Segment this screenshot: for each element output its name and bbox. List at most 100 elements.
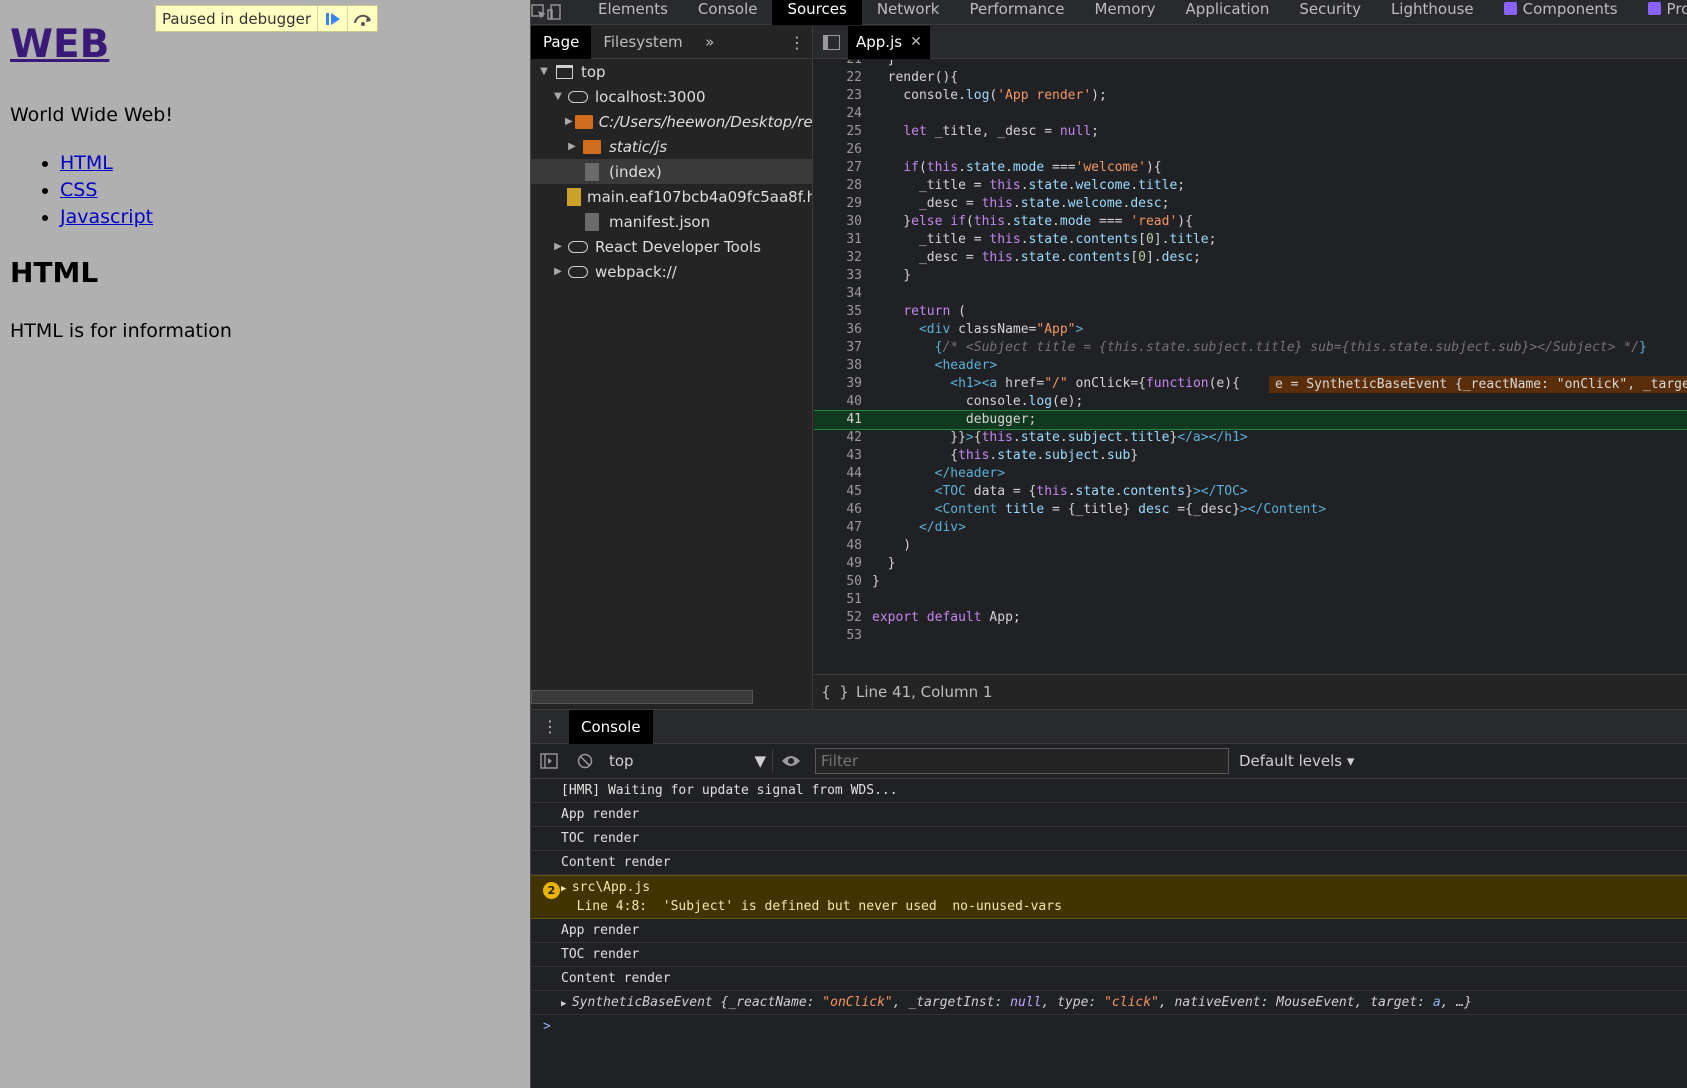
code-line[interactable]: 49 }: [814, 555, 1687, 573]
more-tabs-icon[interactable]: »: [695, 33, 725, 51]
line-number[interactable]: 21: [814, 60, 862, 69]
code-line[interactable]: 45 <TOC data = {this.state.contents}></T…: [814, 483, 1687, 501]
tab-components[interactable]: Components: [1489, 0, 1633, 25]
code-line[interactable]: 28 _title = this.state.welcome.title;: [814, 177, 1687, 195]
tree-item[interactable]: main.eaf107bcb4a09fc5aa8f.hot-update.js: [531, 184, 812, 209]
line-number[interactable]: 30: [814, 213, 862, 231]
line-number[interactable]: 45: [814, 483, 862, 501]
tab-profiler[interactable]: Profiler: [1633, 0, 1687, 25]
code-line[interactable]: 47 </div>: [814, 519, 1687, 537]
line-number[interactable]: 24: [814, 105, 862, 123]
code-line[interactable]: 37 {/* <Subject title = {this.state.subj…: [814, 339, 1687, 357]
line-number[interactable]: 29: [814, 195, 862, 213]
code-line[interactable]: 40 console.log(e);: [814, 393, 1687, 411]
code-line[interactable]: 43 {this.state.subject.sub}: [814, 447, 1687, 465]
toggle-navigator-button[interactable]: [814, 26, 848, 59]
code-line[interactable]: 22 render(){: [814, 69, 1687, 87]
line-number[interactable]: 50: [814, 573, 862, 591]
line-number[interactable]: 32: [814, 249, 862, 267]
navigator-tab-filesystem[interactable]: Filesystem: [591, 26, 694, 59]
code-line[interactable]: 26: [814, 141, 1687, 159]
code-line[interactable]: 51: [814, 591, 1687, 609]
tab-application[interactable]: Application: [1171, 0, 1285, 25]
line-number[interactable]: 52: [814, 609, 862, 627]
line-number[interactable]: 34: [814, 285, 862, 303]
tab-sources[interactable]: Sources: [772, 0, 862, 25]
line-number[interactable]: 28: [814, 177, 862, 195]
line-number[interactable]: 49: [814, 555, 862, 573]
toc-link-css[interactable]: CSS: [60, 179, 97, 201]
toc-link-javascript[interactable]: Javascript: [60, 206, 153, 228]
live-expression-button[interactable]: [773, 744, 809, 779]
tab-console[interactable]: Console: [683, 0, 773, 25]
line-number[interactable]: 38: [814, 357, 862, 375]
page-title-link[interactable]: WEB: [10, 22, 109, 67]
navigator-menu-icon[interactable]: ⋮: [782, 33, 812, 52]
line-number[interactable]: 44: [814, 465, 862, 483]
close-icon[interactable]: ✕: [910, 26, 922, 59]
tree-item[interactable]: ▶ React Developer Tools: [531, 234, 812, 259]
triangle-right-icon[interactable]: ▶: [565, 116, 573, 127]
line-number[interactable]: 48: [814, 537, 862, 555]
line-number[interactable]: 43: [814, 447, 862, 465]
tab-network[interactable]: Network: [862, 0, 955, 25]
console-warning[interactable]: 2 ▶ src\App.js Line 4:8: 'Subject' is def…: [531, 875, 1687, 919]
pretty-print-icon[interactable]: { }: [814, 683, 856, 701]
triangle-right-icon[interactable]: ▶: [561, 999, 572, 1009]
code-line[interactable]: 52 export default App;: [814, 609, 1687, 627]
navigator-tab-page[interactable]: Page: [531, 25, 592, 59]
line-number[interactable]: 36: [814, 321, 862, 339]
tab-elements[interactable]: Elements: [583, 0, 683, 25]
triangle-right-icon[interactable]: ▶: [551, 241, 565, 252]
triangle-down-icon[interactable]: ▼: [551, 91, 565, 102]
warning-source[interactable]: ▶ src\App.js: [561, 879, 1687, 898]
code-line[interactable]: 38 <header>: [814, 357, 1687, 375]
code-line[interactable]: 24: [814, 105, 1687, 123]
tab-lighthouse[interactable]: Lighthouse: [1376, 0, 1489, 25]
line-number[interactable]: 23: [814, 87, 862, 105]
tab-performance[interactable]: Performance: [954, 0, 1079, 25]
code-view[interactable]: 21 }22 render(){23 console.log('App rend…: [814, 60, 1687, 674]
show-sidebar-button[interactable]: [531, 744, 567, 779]
drawer-menu-icon[interactable]: ⋮: [531, 717, 569, 736]
resume-button[interactable]: [317, 6, 347, 31]
code-line[interactable]: 27 if(this.state.mode ==='welcome'){: [814, 159, 1687, 177]
line-number[interactable]: 40: [814, 393, 862, 411]
tree-item[interactable]: (index): [531, 159, 812, 184]
triangle-right-icon[interactable]: ▶: [565, 141, 579, 152]
code-line[interactable]: 34: [814, 285, 1687, 303]
code-line[interactable]: 36 <div className="App">: [814, 321, 1687, 339]
tree-item[interactable]: ▶ C:/Users/heewon/Desktop/react-app: [531, 109, 812, 134]
current-execution-line[interactable]: 41 debugger;: [814, 410, 1687, 430]
line-number[interactable]: 22: [814, 69, 862, 87]
line-number[interactable]: 25: [814, 123, 862, 141]
tab-memory[interactable]: Memory: [1080, 0, 1171, 25]
code-line[interactable]: 31 _title = this.state.contents[0].title…: [814, 231, 1687, 249]
tree-item[interactable]: manifest.json: [531, 209, 812, 234]
navigator-horizontal-scrollbar[interactable]: [531, 690, 753, 704]
line-number[interactable]: 46: [814, 501, 862, 519]
triangle-right-icon[interactable]: ▶: [561, 884, 572, 894]
device-toolbar-button[interactable]: [547, 0, 563, 25]
code-line[interactable]: 35 return (: [814, 303, 1687, 321]
tree-item[interactable]: ▶ webpack://: [531, 259, 812, 284]
triangle-down-icon[interactable]: ▼: [537, 66, 551, 77]
code-line[interactable]: 32 _desc = this.state.contents[0].desc;: [814, 249, 1687, 267]
toc-link-html[interactable]: HTML: [60, 152, 113, 174]
line-number[interactable]: 51: [814, 591, 862, 609]
code-line[interactable]: 23 console.log('App render');: [814, 87, 1687, 105]
console-filter-input[interactable]: [815, 748, 1229, 774]
line-number[interactable]: 53: [814, 627, 862, 645]
line-number[interactable]: 26: [814, 141, 862, 159]
line-number[interactable]: 37: [814, 339, 862, 357]
console-object-entry[interactable]: ▶ SyntheticBaseEvent {_reactName: "onCli…: [531, 991, 1687, 1015]
clear-console-button[interactable]: [567, 744, 603, 779]
code-line[interactable]: 46 <Content title = {_title} desc ={_des…: [814, 501, 1687, 519]
console-prompt[interactable]: >: [531, 1015, 1687, 1039]
context-selector[interactable]: top ▼: [603, 749, 773, 773]
code-line[interactable]: 29 _desc = this.state.welcome.desc;: [814, 195, 1687, 213]
code-line[interactable]: 53: [814, 627, 1687, 645]
inspect-element-button[interactable]: [531, 0, 547, 25]
tree-item[interactable]: ▼ localhost:3000: [531, 84, 812, 109]
triangle-right-icon[interactable]: ▶: [551, 266, 565, 277]
